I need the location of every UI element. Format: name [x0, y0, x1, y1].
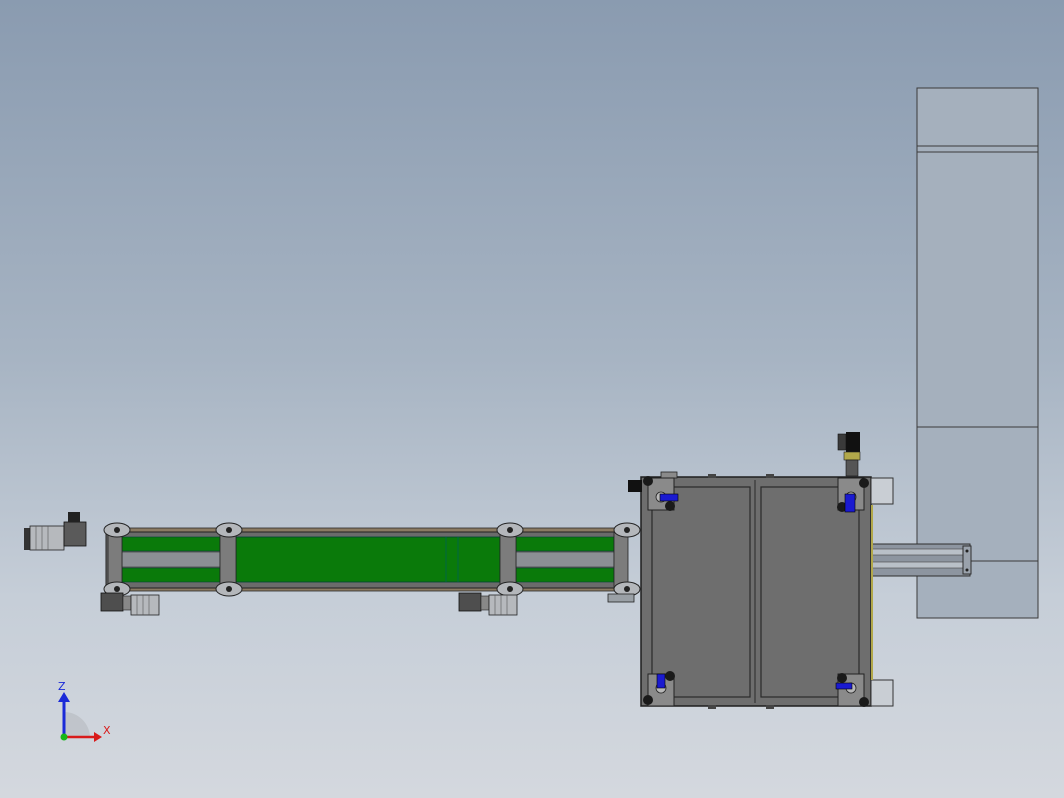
top-sensor-valve[interactable] — [837, 432, 861, 477]
x-axis-label: X — [103, 724, 111, 737]
conveyor-motor-left[interactable] — [100, 592, 160, 616]
cad-graphics-viewport[interactable]: Z X — [0, 0, 1064, 798]
corner-cylinder-bottom-right[interactable] — [835, 673, 869, 707]
z-axis-label: Z — [58, 680, 66, 693]
conveyor-motor-middle[interactable] — [458, 592, 518, 616]
tall-column-housing[interactable] — [916, 87, 1039, 619]
corner-cylinder-bottom-left[interactable] — [643, 671, 675, 707]
z-axis-head — [58, 692, 70, 702]
assembly-view[interactable]: Z X — [0, 0, 1064, 798]
linear-guide-rail[interactable] — [869, 543, 972, 577]
belt-conveyor[interactable] — [105, 527, 639, 592]
detached-drive-motor[interactable] — [24, 512, 87, 551]
coordinate-triad: Z X — [58, 680, 111, 742]
y-axis-dot — [60, 733, 68, 741]
corner-cylinder-top-right[interactable] — [837, 477, 869, 513]
x-axis-head — [94, 732, 102, 742]
corner-cylinder-top-left[interactable] — [643, 476, 679, 511]
